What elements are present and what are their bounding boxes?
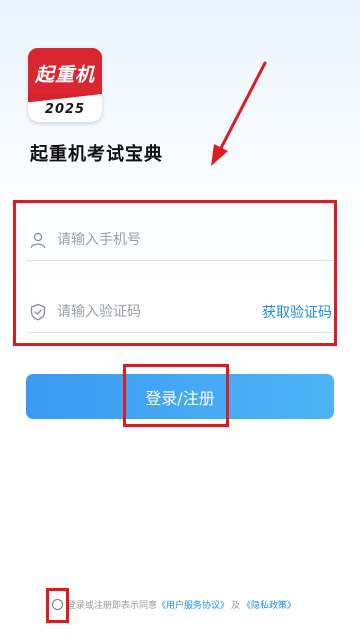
radio-highlight-box: [46, 588, 69, 623]
privacy-link[interactable]: 《隐私政策》: [242, 598, 296, 611]
agreement-prefix: 登录或注册即表示同意: [67, 601, 158, 611]
form-highlight-box: [13, 200, 337, 346]
button-highlight-box: [123, 364, 229, 427]
app-logo: 起重机 2025: [28, 48, 102, 122]
agreement-connector: 及: [231, 601, 241, 611]
agreement-row: 登录或注册即表示同意 《用户服务协议》 及 《隐私政策》: [52, 598, 296, 611]
logo-text: 起重机: [34, 64, 95, 86]
terms-link[interactable]: 《用户服务协议》: [157, 598, 229, 611]
app-title: 起重机考试宝典: [30, 144, 163, 165]
logo-year: 2025: [44, 102, 86, 117]
